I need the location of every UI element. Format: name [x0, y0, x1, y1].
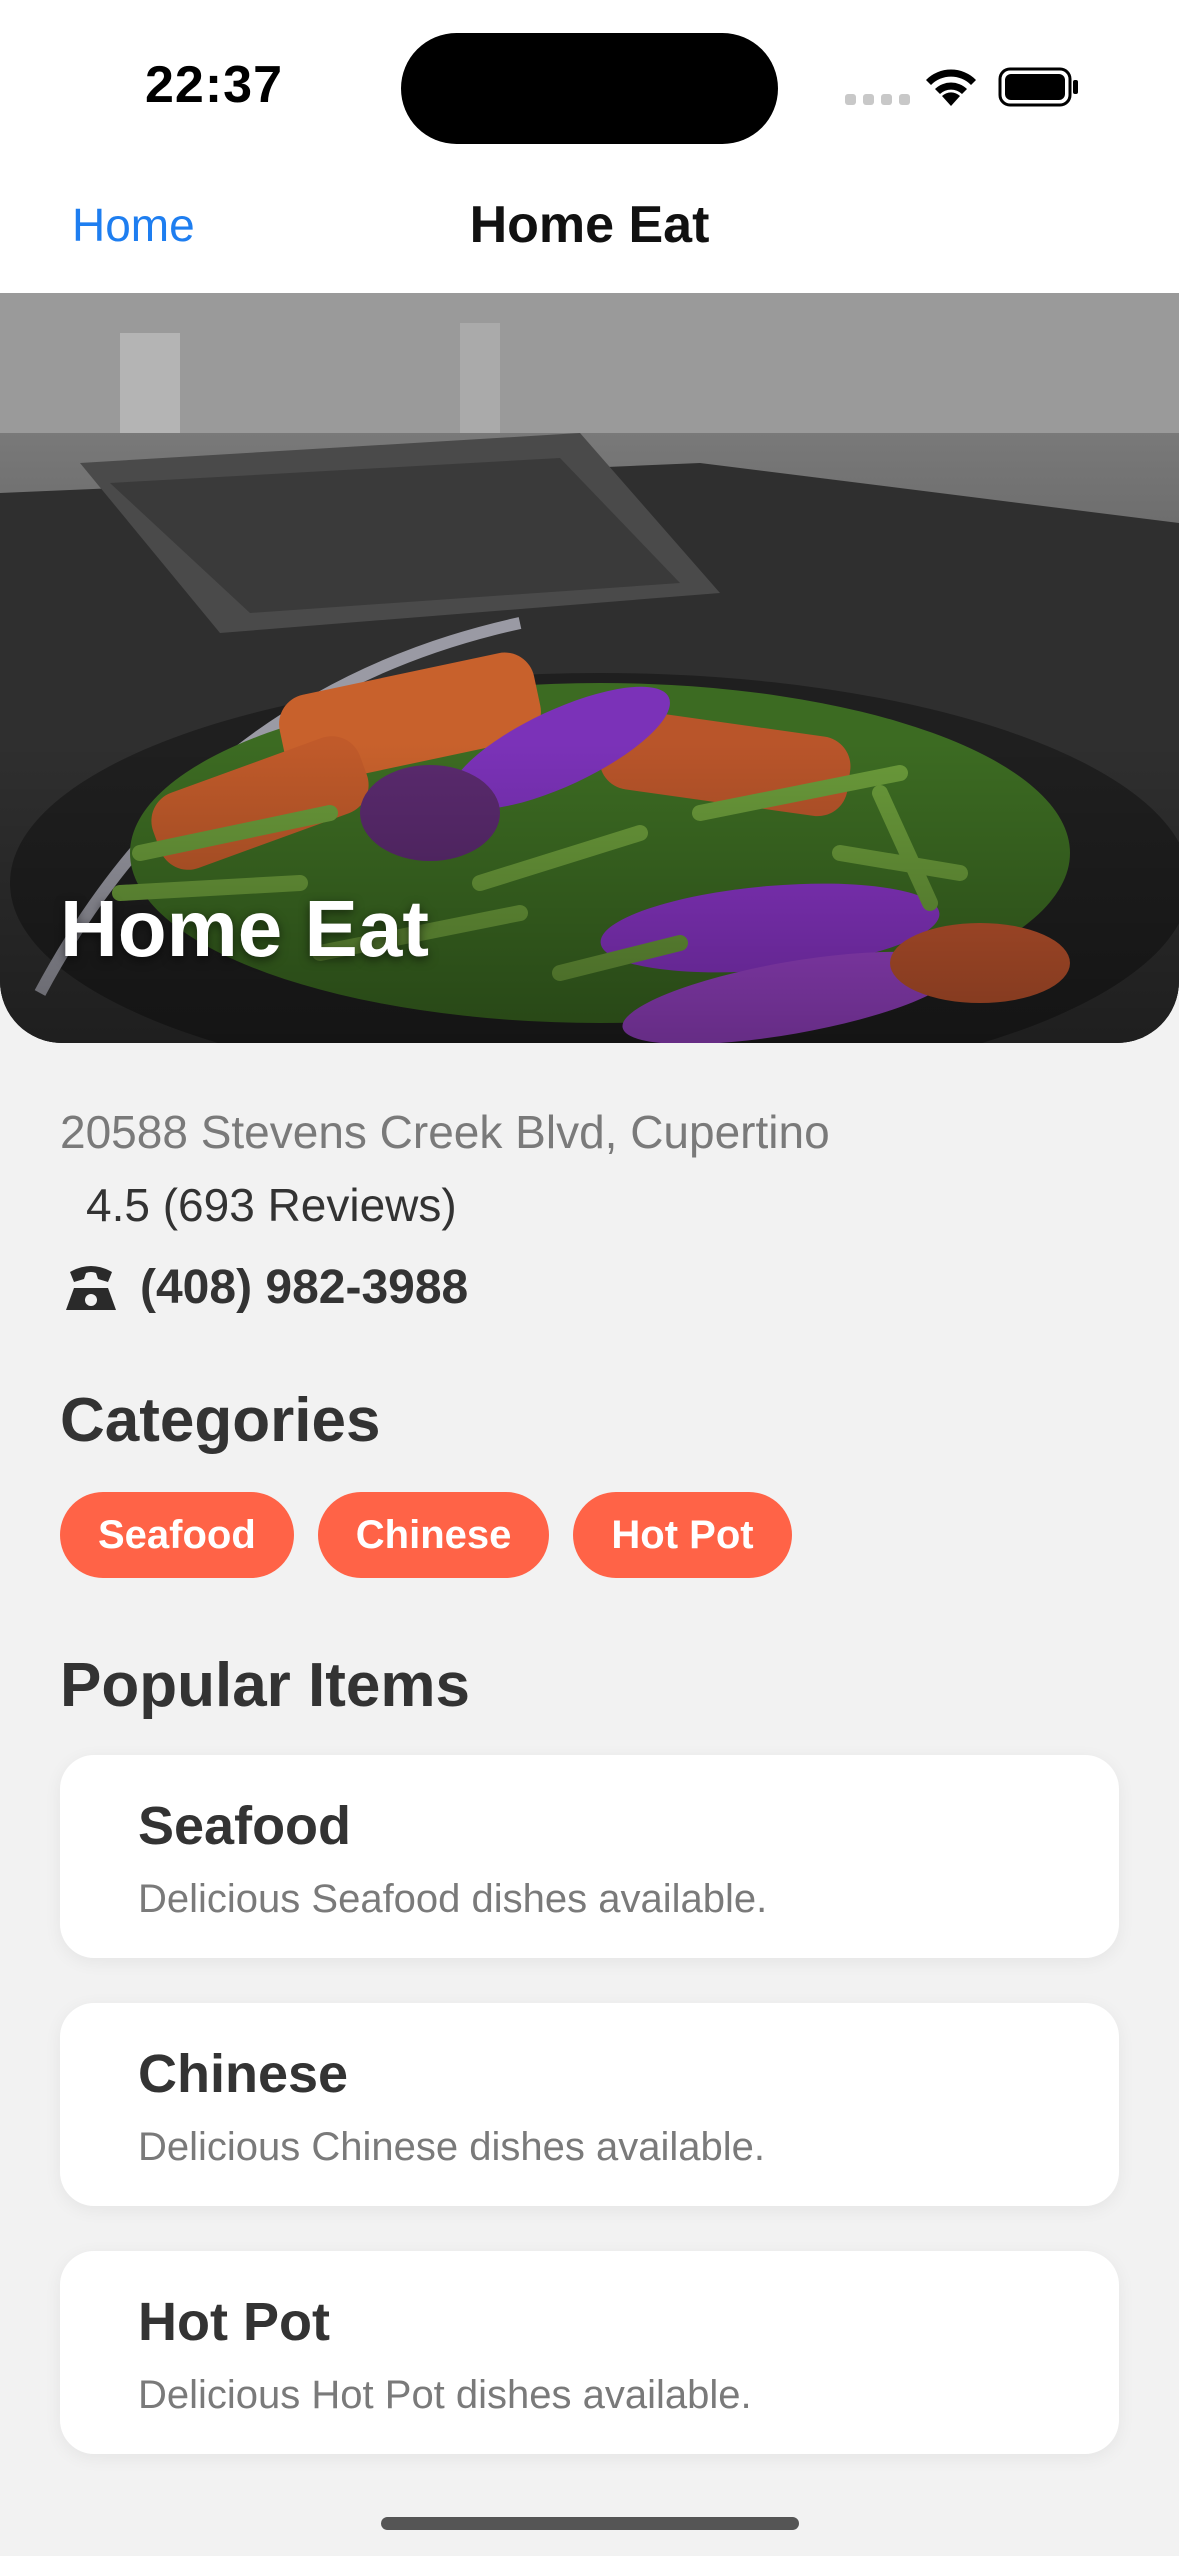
popular-item-description: Delicious Hot Pot dishes available. [138, 2373, 752, 2417]
popular-item-card[interactable]: Hot Pot Delicious Hot Pot dishes availab… [60, 2251, 1119, 2454]
category-chip-hot-pot[interactable]: Hot Pot [573, 1492, 792, 1578]
popular-item-card[interactable]: Chinese Delicious Chinese dishes availab… [60, 2003, 1119, 2206]
popular-item-title: Hot Pot [138, 2292, 330, 2352]
popular-item-description: Delicious Seafood dishes available. [138, 1877, 768, 1921]
popular-item-title: Seafood [138, 1796, 352, 1856]
nav-title: Home Eat [469, 196, 710, 254]
phone-icon [66, 1266, 116, 1310]
hero-title: Home Eat [60, 884, 429, 973]
popular-items-heading: Popular Items [60, 1651, 470, 1720]
battery-icon [998, 67, 1078, 107]
rating-text: 4.5 (693 Reviews) [86, 1179, 457, 1231]
categories-heading: Categories [60, 1386, 381, 1455]
popular-item-description: Delicious Chinese dishes available. [138, 2125, 766, 2169]
popular-item-card[interactable]: Seafood Delicious Seafood dishes availab… [60, 1755, 1119, 1958]
category-chip-chinese[interactable]: Chinese [317, 1492, 550, 1578]
cellular-signal-icon [845, 94, 910, 105]
phone-number: (408) 982-3988 [140, 1260, 469, 1314]
category-chip-seafood[interactable]: Seafood [60, 1492, 294, 1578]
wifi-icon [926, 69, 976, 106]
hero-image: Home Eat [0, 293, 1179, 1043]
popular-item-title: Chinese [138, 2044, 349, 2104]
category-chips: Seafood Chinese Hot Pot [60, 1492, 792, 1578]
dynamic-island [401, 33, 778, 144]
phone-link[interactable]: (408) 982-3988 [60, 1258, 468, 1316]
status-time: 22:37 [145, 56, 283, 114]
address-text: 20588 Stevens Creek Blvd, Cupertino [60, 1106, 830, 1158]
restaurant-detail-screen: 22:37 Home Home Eat Home Eat 20588 Steve… [0, 0, 1179, 2556]
top-bar: 22:37 Home Home Eat [0, 0, 1179, 293]
home-indicator[interactable] [381, 2517, 799, 2530]
